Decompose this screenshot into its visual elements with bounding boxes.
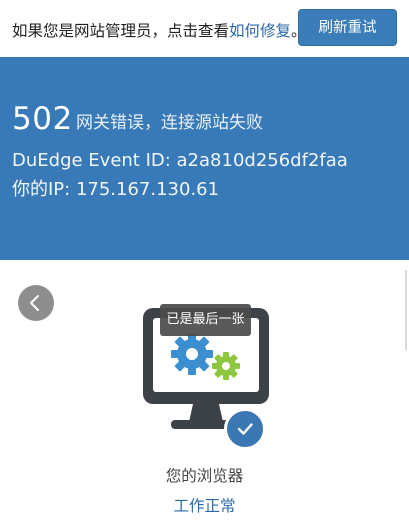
notice-text: 如果您是网站管理员，点击查看 — [12, 22, 230, 40]
browser-label: 您的浏览器 — [165, 467, 244, 485]
client-ip: 你的IP: 175.167.130.61 — [12, 179, 220, 200]
back-button[interactable] — [18, 285, 54, 321]
refresh-retry-button[interactable]: 刷新重试 — [298, 9, 397, 46]
last-item-toast: 已是最后一张 — [160, 304, 251, 336]
error-message: 网关错误，连接源站失败 — [76, 113, 263, 133]
top-notice-bar: 如果您是网站管理员，点击查看如何修复。 刷新重试 — [0, 0, 409, 57]
scrollbar[interactable] — [405, 270, 407, 350]
check-icon — [237, 423, 253, 435]
how-to-fix-link[interactable]: 如何修复 — [229, 22, 291, 40]
event-id: DuEdge Event ID: a2a810d256df2faa — [12, 150, 348, 171]
admin-notice: 如果您是网站管理员，点击查看如何修复。 — [12, 21, 307, 41]
error-panel: 502 网关错误，连接源站失败 DuEdge Event ID: a2a810d… — [0, 57, 409, 260]
chevron-left-icon — [30, 295, 39, 311]
error-code: 502 — [12, 101, 73, 137]
status-ok-badge — [224, 408, 266, 450]
browser-status: 工作正常 — [173, 497, 236, 515]
